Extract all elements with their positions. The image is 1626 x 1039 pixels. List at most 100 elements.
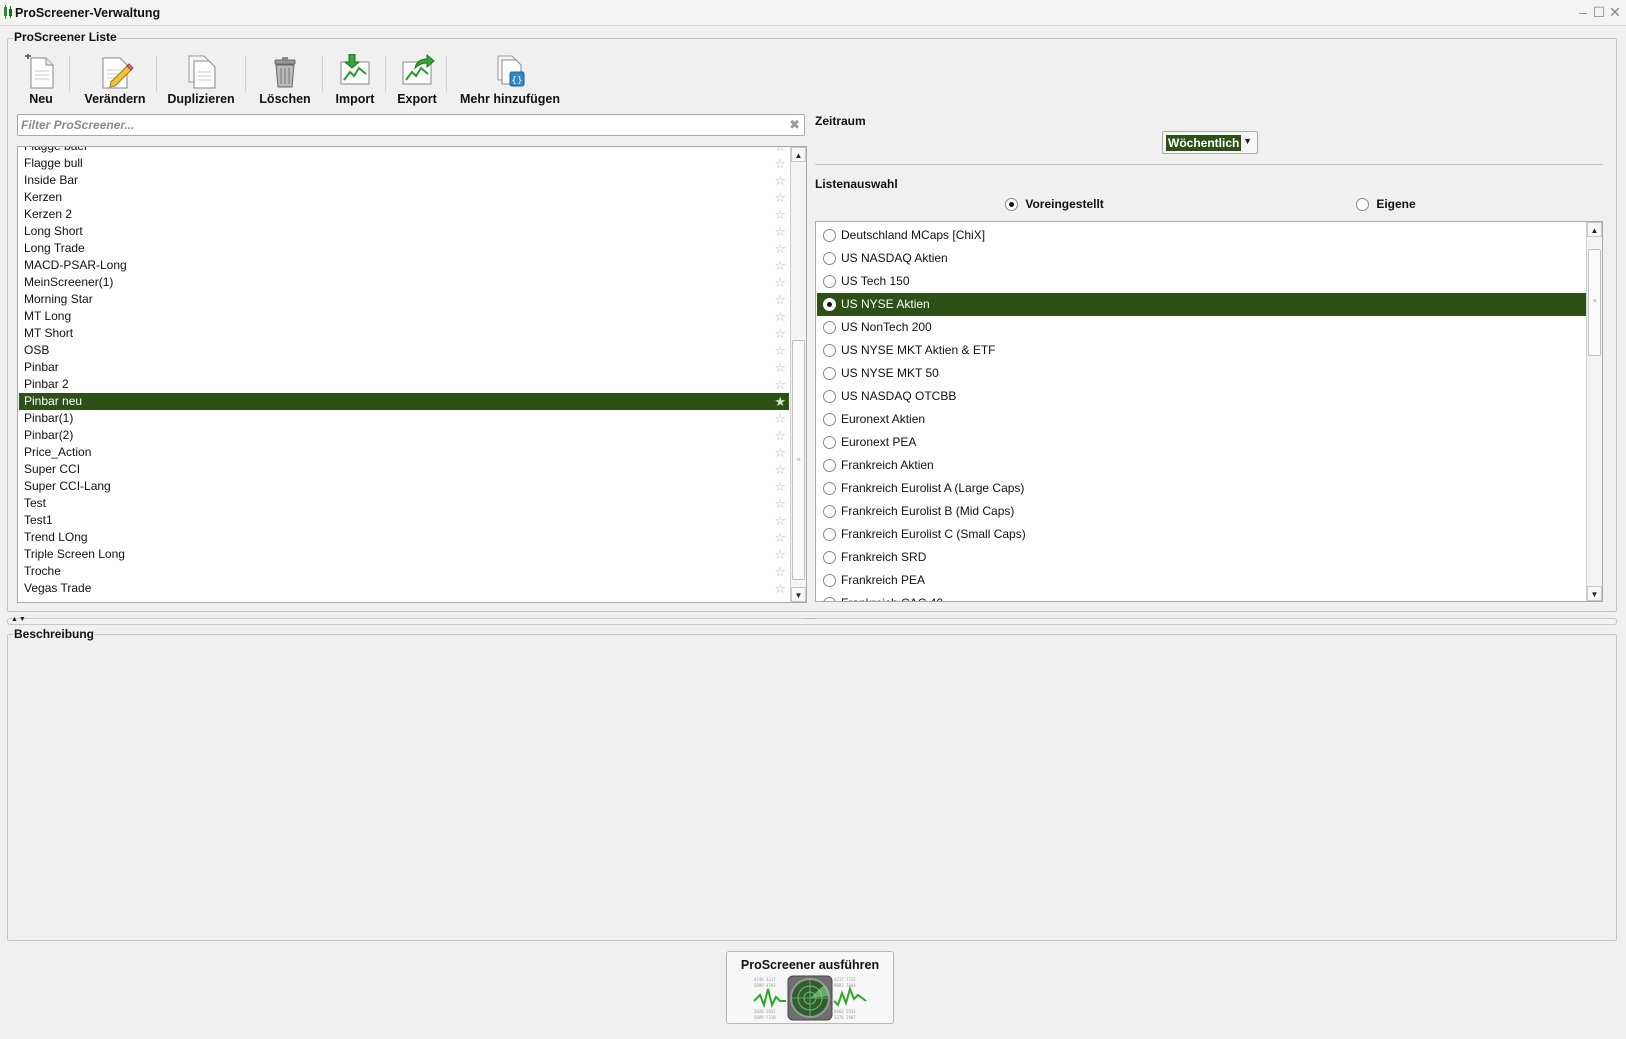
favorite-star-icon[interactable]: ☆ (774, 376, 786, 393)
screener-list-item[interactable]: Pinbar(2) ☆ (19, 427, 789, 444)
filter-field[interactable]: ✖ (17, 114, 805, 136)
scroll-thumb[interactable]: ≡ (1588, 249, 1601, 356)
screener-list-item[interactable]: OSB ☆ (19, 342, 789, 359)
filter-input[interactable] (21, 117, 781, 133)
favorite-star-icon[interactable]: ☆ (774, 308, 786, 325)
own-lists-radio[interactable]: Eigene (1356, 196, 1416, 212)
radio-unchecked-icon[interactable] (823, 344, 836, 357)
screener-list-item[interactable]: Inside Bar ☆ (19, 172, 789, 189)
edit-button[interactable]: Verändern (82, 54, 148, 106)
screener-list-item[interactable]: Kerzen ☆ (19, 189, 789, 206)
duplicate-button[interactable]: Duplizieren (167, 54, 235, 106)
favorite-star-icon[interactable]: ☆ (774, 325, 786, 342)
radio-unchecked-icon[interactable] (823, 597, 836, 601)
favorite-star-icon[interactable]: ☆ (774, 427, 786, 444)
favorite-star-icon[interactable]: ☆ (774, 546, 786, 563)
radio-unchecked-icon[interactable] (823, 574, 836, 587)
market-list-item[interactable]: US Tech 150 (817, 270, 1587, 293)
screener-list-item[interactable]: MT Short ☆ (19, 325, 789, 342)
favorite-star-icon[interactable]: ☆ (774, 223, 786, 240)
favorite-star-icon[interactable]: ☆ (774, 410, 786, 427)
panel-splitter[interactable]: ▲▼ ····· (7, 614, 1617, 625)
screener-list[interactable]: Flagge baer ☆ Flagge bull ☆ Inside Bar ☆ Kerze… (17, 146, 807, 603)
scroll-down-arrow-icon[interactable]: ▼ (1587, 586, 1602, 601)
screener-list-item[interactable]: Long Trade ☆ (19, 240, 789, 257)
market-list-item[interactable]: Frankreich Eurolist B (Mid Caps) (817, 500, 1587, 523)
radio-unchecked-icon[interactable] (823, 229, 836, 242)
market-list-item[interactable]: US NonTech 200 (817, 316, 1587, 339)
favorite-star-icon[interactable]: ☆ (774, 147, 786, 155)
radio-unchecked-icon[interactable] (823, 459, 836, 472)
screener-list-item[interactable]: Pinbar 2 ☆ (19, 376, 789, 393)
screener-list-item[interactable]: Long Short ☆ (19, 223, 789, 240)
radio-unchecked-icon[interactable] (823, 321, 836, 334)
radio-unchecked-icon[interactable] (823, 367, 836, 380)
favorite-star-icon[interactable]: ★ (774, 393, 786, 410)
new-button[interactable]: Neu (19, 54, 63, 106)
favorite-star-icon[interactable]: ☆ (774, 444, 786, 461)
favorite-star-icon[interactable]: ☆ (774, 206, 786, 223)
radio-unchecked-icon[interactable] (823, 505, 836, 518)
screener-list-item[interactable]: Vegas Trade ☆ (19, 580, 789, 597)
export-button[interactable]: Export (394, 54, 440, 106)
screener-list-item[interactable]: Flagge bull ☆ (19, 155, 789, 172)
maximize-button[interactable]: ☐ (1592, 4, 1606, 20)
screener-list-item[interactable]: Price_Action ☆ (19, 444, 789, 461)
market-list-item[interactable]: Frankreich SRD (817, 546, 1587, 569)
favorite-star-icon[interactable]: ☆ (774, 461, 786, 478)
radio-unchecked-icon[interactable] (823, 436, 836, 449)
favorite-star-icon[interactable]: ☆ (774, 240, 786, 257)
market-list-item[interactable]: Frankreich CAC 40 (817, 592, 1587, 601)
period-select[interactable]: Wöchentlich ▼ (1162, 131, 1258, 154)
favorite-star-icon[interactable]: ☆ (774, 274, 786, 291)
favorite-star-icon[interactable]: ☆ (774, 495, 786, 512)
radio-unchecked-icon[interactable] (823, 413, 836, 426)
market-list[interactable]: Deutschland MCaps [ChiX] US NASDAQ Aktien… (815, 221, 1603, 602)
favorite-star-icon[interactable]: ☆ (774, 563, 786, 580)
market-list-item[interactable]: Frankreich Eurolist C (Small Caps) (817, 523, 1587, 546)
screener-list-item[interactable]: MT Long ☆ (19, 308, 789, 325)
favorite-star-icon[interactable]: ☆ (774, 359, 786, 376)
favorite-star-icon[interactable]: ☆ (774, 155, 786, 172)
radio-unchecked-icon[interactable] (823, 275, 836, 288)
radio-unchecked-icon[interactable] (823, 482, 836, 495)
market-list-item[interactable]: US NYSE Aktien (817, 293, 1587, 316)
scroll-up-arrow-icon[interactable]: ▲ (791, 147, 806, 162)
run-proscreener-button[interactable]: ProScreener ausführen 4740 3217 5899 4793… (726, 951, 894, 1024)
screener-list-item[interactable]: MeinScreener(1) ☆ (19, 274, 789, 291)
favorite-star-icon[interactable]: ☆ (774, 172, 786, 189)
market-list-item[interactable]: Frankreich Eurolist A (Large Caps) (817, 477, 1587, 500)
market-list-item[interactable]: Deutschland MCaps [ChiX] (817, 224, 1587, 247)
screener-list-item[interactable]: Pinbar(1) ☆ (19, 410, 789, 427)
screener-list-item[interactable]: Pinbar neu ★ (19, 393, 789, 410)
screener-list-item[interactable]: MACD-PSAR-Long ☆ (19, 257, 789, 274)
scroll-thumb[interactable]: ≡ (792, 340, 805, 580)
minimize-button[interactable]: – (1576, 4, 1590, 20)
market-list-item[interactable]: Frankreich PEA (817, 569, 1587, 592)
screener-list-item[interactable]: Morning Star ☆ (19, 291, 789, 308)
favorite-star-icon[interactable]: ☆ (774, 291, 786, 308)
market-list-item[interactable]: US NASDAQ OTCBB (817, 385, 1587, 408)
favorite-star-icon[interactable]: ☆ (774, 580, 786, 597)
screener-list-item[interactable]: Trend LOng ☆ (19, 529, 789, 546)
favorite-star-icon[interactable]: ☆ (774, 512, 786, 529)
market-list-item[interactable]: US NASDAQ Aktien (817, 247, 1587, 270)
add-more-button[interactable]: {} Mehr hinzufügen (460, 54, 560, 106)
screener-list-scrollbar[interactable]: ▲ ≡ ▼ (790, 147, 806, 602)
favorite-star-icon[interactable]: ☆ (774, 342, 786, 359)
screener-list-item[interactable]: Test1 ☆ (19, 512, 789, 529)
screener-list-item[interactable]: Super CCI-Lang ☆ (19, 478, 789, 495)
scroll-down-arrow-icon[interactable]: ▼ (791, 587, 806, 602)
scroll-up-arrow-icon[interactable]: ▲ (1587, 222, 1602, 237)
radio-unchecked-icon[interactable] (823, 551, 836, 564)
favorite-star-icon[interactable]: ☆ (774, 478, 786, 495)
radio-unchecked-icon[interactable] (823, 390, 836, 403)
favorite-star-icon[interactable]: ☆ (774, 189, 786, 206)
preset-lists-radio[interactable]: Voreingestellt (1005, 196, 1104, 212)
favorite-star-icon[interactable]: ☆ (774, 257, 786, 274)
market-list-item[interactable]: Euronext PEA (817, 431, 1587, 454)
favorite-star-icon[interactable]: ☆ (774, 529, 786, 546)
screener-list-item[interactable]: Troche ☆ (19, 563, 789, 580)
market-list-item[interactable]: US NYSE MKT 50 (817, 362, 1587, 385)
screener-list-item[interactable]: Test ☆ (19, 495, 789, 512)
